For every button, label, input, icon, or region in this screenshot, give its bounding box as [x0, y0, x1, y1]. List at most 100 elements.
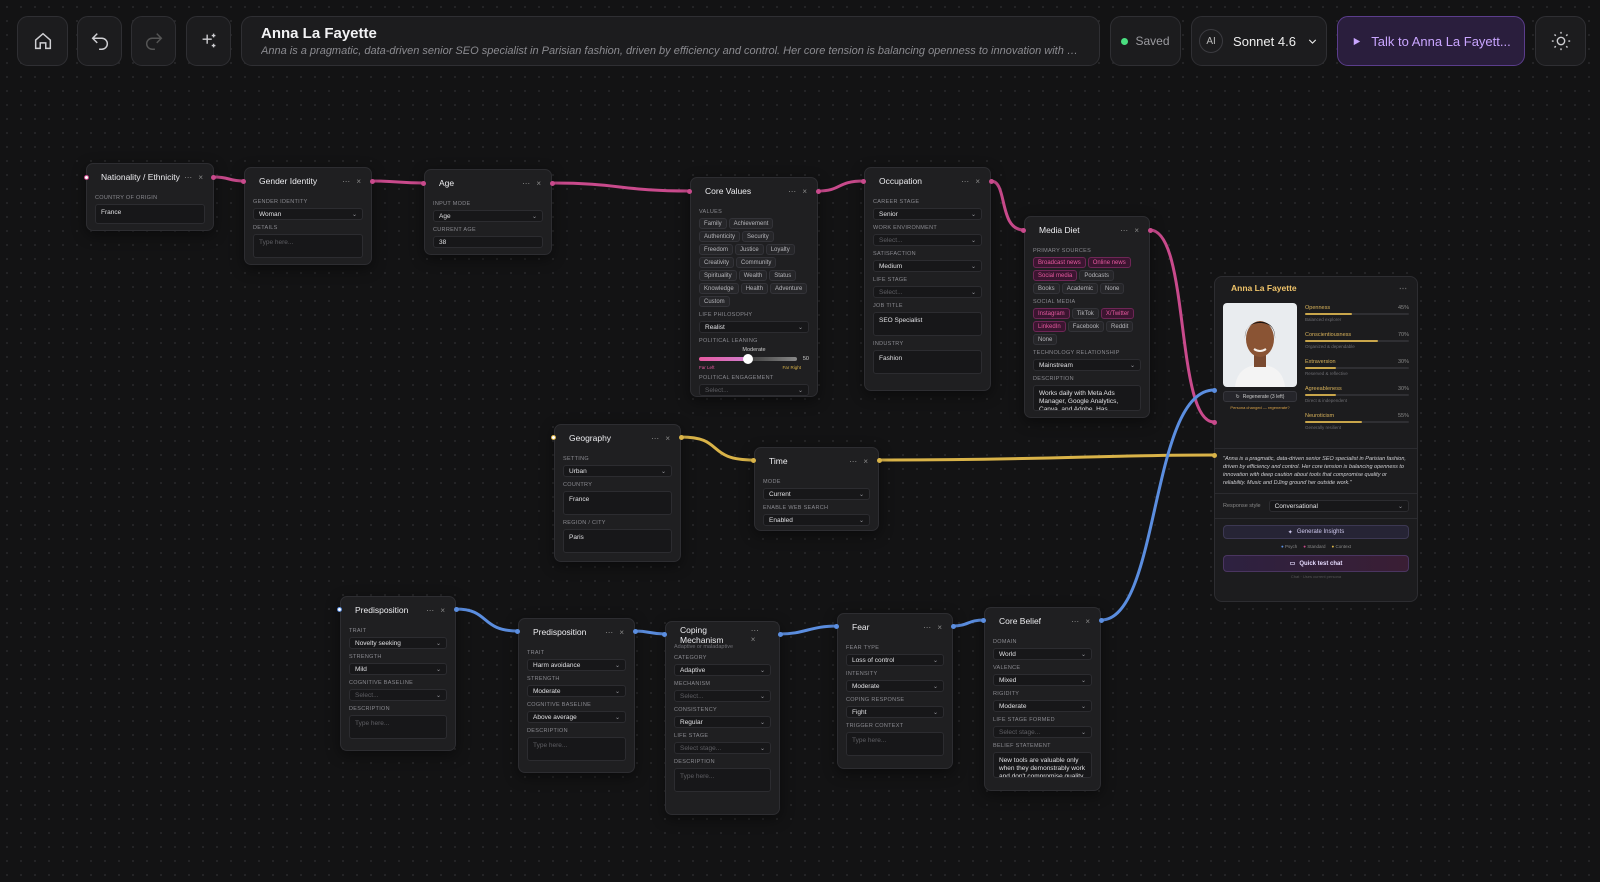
port-pred1-out[interactable] [454, 607, 459, 612]
tech-relationship-select[interactable]: Mainstream ⌄ [1033, 359, 1141, 371]
chip[interactable]: Freedom [699, 244, 734, 255]
node-menu-icon[interactable]: ⋯ × [751, 626, 771, 644]
chip[interactable]: Reddit [1106, 321, 1134, 332]
node-menu-icon[interactable]: ⋯ × [426, 606, 447, 615]
chip[interactable]: Podcasts [1079, 270, 1115, 281]
life-stage-select[interactable]: Select... ⌄ [873, 286, 982, 298]
talk-button[interactable]: Talk to Anna La Fayett... [1337, 16, 1525, 66]
intensity-select[interactable]: Moderate ⌄ [846, 680, 944, 692]
port-fear-in[interactable] [834, 624, 839, 629]
chip[interactable]: Social media [1033, 270, 1078, 281]
chip[interactable]: LinkedIn [1033, 321, 1066, 332]
node-media-diet[interactable]: Media Diet ⋯ × PRIMARY SOURCES Broadcast … [1024, 216, 1150, 418]
chip[interactable]: X/Twitter [1100, 308, 1135, 319]
trait-select[interactable]: Novelty seeking ⌄ [349, 637, 447, 649]
chip[interactable]: Books [1033, 283, 1060, 294]
port-time-out[interactable] [877, 458, 882, 463]
port-belief-out[interactable] [1099, 618, 1104, 623]
consistency-select[interactable]: Regular ⌄ [674, 716, 771, 728]
ai-sparkle-button[interactable] [186, 16, 231, 66]
industry-input[interactable]: Fashion [873, 350, 982, 374]
port-occupation-in[interactable] [861, 179, 866, 184]
node-age[interactable]: Age ⋯ × INPUT MODE Age ⌄ CURRENT AGE 38 [424, 169, 552, 255]
chip[interactable]: Facebook [1067, 321, 1105, 332]
domain-select[interactable]: World ⌄ [993, 648, 1092, 660]
trait-select[interactable]: Harm avoidance ⌄ [527, 659, 626, 671]
home-button[interactable] [17, 16, 68, 66]
persona-menu-icon[interactable]: ⋯ [1399, 284, 1407, 293]
node-menu-icon[interactable]: ⋯ × [849, 457, 870, 466]
chip[interactable]: TikTok [1071, 308, 1099, 319]
node-gender-identity[interactable]: Gender Identity ⋯ × GENDER IDENTITY Woman… [244, 167, 372, 265]
political-slider[interactable] [699, 354, 797, 364]
model-selector[interactable]: AI Sonnet 4.6 [1191, 16, 1327, 66]
node-menu-icon[interactable]: ⋯ × [1071, 617, 1092, 626]
port-values-out[interactable] [816, 189, 821, 194]
chip[interactable]: Instagram [1033, 308, 1070, 319]
country-input[interactable]: France [95, 204, 205, 224]
node-geography[interactable]: Geography ⋯ × SETTING Urban ⌄ COUNTRY Fran… [554, 424, 681, 562]
chip[interactable]: Security [742, 231, 774, 242]
valence-select[interactable]: Mixed ⌄ [993, 674, 1092, 686]
philosophy-select[interactable]: Realist ⌄ [699, 321, 809, 333]
node-coping-mechanism[interactable]: Coping Mechanism ⋯ × Adaptive or maladapt… [665, 621, 780, 815]
coping-response-select[interactable]: Fight ⌄ [846, 706, 944, 718]
chip[interactable]: Justice [735, 244, 764, 255]
chip[interactable]: Custom [699, 296, 730, 307]
port-gender-in[interactable] [241, 179, 246, 184]
node-menu-icon[interactable]: ⋯ × [1120, 226, 1141, 235]
regenerate-button[interactable]: ↻ Regenerate (3 left) [1223, 391, 1297, 402]
strength-select[interactable]: Moderate ⌄ [527, 685, 626, 697]
port-fear-out[interactable] [951, 624, 956, 629]
port-occupation-out[interactable] [989, 179, 994, 184]
chip[interactable]: Family [699, 218, 727, 229]
description-input[interactable]: Type here... [527, 737, 626, 761]
port-pred2-in[interactable] [515, 629, 520, 634]
node-menu-icon[interactable]: ⋯ × [961, 177, 982, 186]
time-mode-select[interactable]: Current ⌄ [763, 488, 870, 500]
strength-select[interactable]: Mild ⌄ [349, 663, 447, 675]
cognitive-select[interactable]: Above average ⌄ [527, 711, 626, 723]
setting-select[interactable]: Urban ⌄ [563, 465, 672, 477]
port-values-in[interactable] [687, 189, 692, 194]
chip[interactable]: Achievement [728, 218, 774, 229]
redo-button[interactable] [131, 16, 176, 66]
description-input[interactable]: Type here... [674, 768, 771, 792]
node-time[interactable]: Time ⋯ × MODE Current ⌄ ENABLE WEB SEARCH … [754, 447, 879, 531]
chip[interactable]: Status [769, 270, 797, 281]
life-stage-select[interactable]: Select stage... ⌄ [674, 742, 771, 754]
port-belief-in[interactable] [981, 618, 986, 623]
chip[interactable]: Wealth [738, 270, 768, 281]
chip[interactable]: None [1100, 283, 1125, 294]
input-mode-select[interactable]: Age ⌄ [433, 210, 543, 222]
node-menu-icon[interactable]: ⋯ × [651, 434, 672, 443]
chip[interactable]: Creativity [699, 257, 735, 268]
theme-toggle-button[interactable] [1535, 16, 1586, 66]
country-input[interactable]: France [563, 491, 672, 515]
chip[interactable]: Spirituality [699, 270, 737, 281]
port-persona-standard[interactable] [1212, 420, 1217, 425]
generate-insights-button[interactable]: ✦ Generate Insights [1223, 525, 1409, 539]
chip[interactable]: None [1033, 334, 1058, 345]
details-input[interactable]: Type here... [253, 234, 363, 258]
gender-select[interactable]: Woman ⌄ [253, 208, 363, 220]
description-input[interactable]: Type here... [349, 715, 447, 739]
node-menu-icon[interactable]: ⋯ × [184, 173, 205, 182]
port-nationality-out[interactable] [211, 175, 216, 180]
chip[interactable]: Knowledge [699, 283, 739, 294]
port-age-in[interactable] [421, 181, 426, 186]
node-predisposition-1[interactable]: Predisposition ⋯ × TRAIT Novelty seeking ⌄… [340, 596, 456, 751]
undo-button[interactable] [77, 16, 122, 66]
node-menu-icon[interactable]: ⋯ × [605, 628, 626, 637]
mechanism-select[interactable]: Select... ⌄ [674, 690, 771, 702]
chip[interactable]: Health [740, 283, 769, 294]
belief-statement-input[interactable]: New tools are valuable only when they de… [993, 752, 1092, 778]
node-occupation[interactable]: Occupation ⋯ × CAREER STAGE Senior ⌄ WORK … [864, 167, 991, 391]
rigidity-select[interactable]: Moderate ⌄ [993, 700, 1092, 712]
port-age-out[interactable] [550, 181, 555, 186]
chip[interactable]: Online news [1087, 257, 1131, 268]
port-nationality-in[interactable] [84, 175, 89, 180]
chip[interactable]: Community [736, 257, 777, 268]
port-media-out[interactable] [1148, 228, 1153, 233]
job-title-input[interactable]: SEO Specialist [873, 312, 982, 336]
